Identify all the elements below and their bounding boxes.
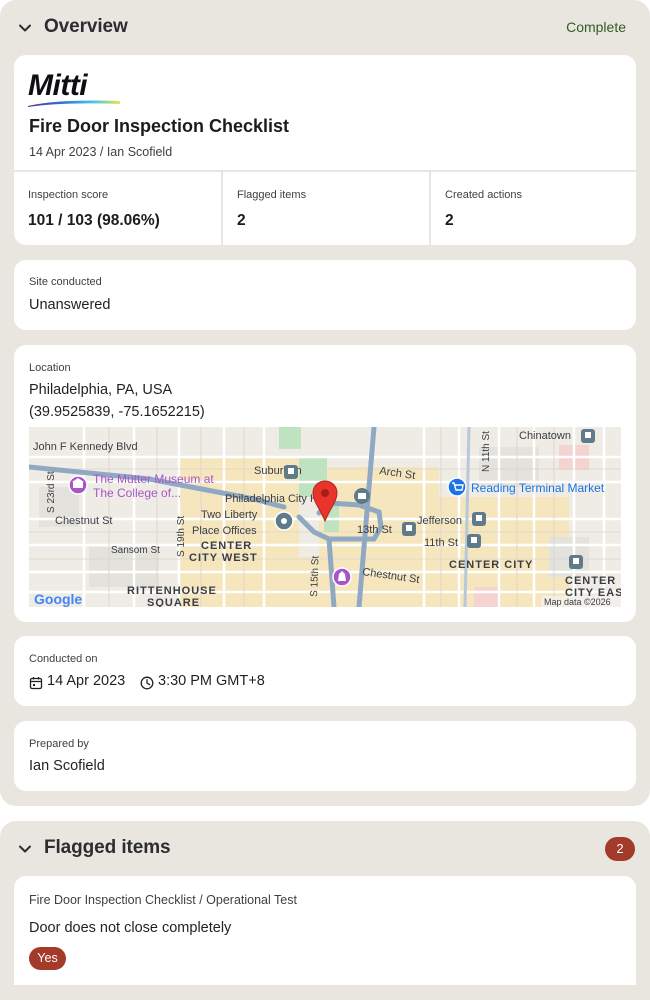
- map-label-sansom: Sansom St: [111, 545, 160, 556]
- company-logo: Mitti: [28, 69, 122, 109]
- conducted-on-card: Conducted on 14 Apr 2023 3:30 PM GMT+8: [14, 636, 636, 706]
- map-label-center-city-east-1: CENTER: [565, 575, 616, 587]
- chevron-down-icon[interactable]: [16, 840, 34, 858]
- map-label-chinatown: Chinatown: [519, 430, 571, 442]
- prepared-value: Ian Scofield: [29, 758, 105, 774]
- overview-title: Overview: [44, 16, 128, 37]
- stat-label: Created actions: [445, 189, 523, 201]
- map-attribution: Map data ©2026: [544, 597, 611, 607]
- stat-inspection-score: Inspection score 101 / 103 (98.06%): [14, 172, 221, 245]
- map-label-jefferson: Jefferson: [417, 515, 462, 527]
- location-coordinates: (39.9525839, -75.1652215): [29, 404, 205, 420]
- map-label-23rd: S 23rd St: [46, 471, 57, 513]
- shopping-cart-icon[interactable]: [447, 477, 467, 497]
- map-label-15th: S 15th St: [309, 555, 321, 597]
- site-value: Unanswered: [29, 297, 111, 313]
- conducted-date: 14 Apr 2023: [47, 673, 126, 689]
- stat-value: 2: [237, 212, 246, 229]
- status-badge: Complete: [566, 19, 626, 35]
- map-label-jfk: John F Kennedy Blvd: [33, 441, 138, 453]
- document-subtitle: 14 Apr 2023 / Ian Scofield: [29, 145, 173, 159]
- map-label-two-liberty-2: Place Offices: [192, 525, 257, 537]
- location-map[interactable]: John F Kennedy Blvd Chinatown Suburban A…: [29, 427, 621, 607]
- logo-swoosh: [28, 100, 120, 107]
- prepared-label: Prepared by: [29, 738, 89, 750]
- chevron-down-icon[interactable]: [16, 19, 34, 37]
- flagged-item-path: Fire Door Inspection Checklist / Operati…: [29, 893, 297, 907]
- map-label-rittenhouse-2: SQUARE: [147, 597, 200, 607]
- stat-value: 2: [445, 212, 454, 229]
- flagged-items-section: Flagged items 2 Fire Door Inspection Che…: [0, 821, 650, 1000]
- map-label-mutter-2: The College of...: [93, 486, 181, 500]
- flagged-count-badge: 2: [605, 837, 635, 861]
- map-label-two-liberty-1: Two Liberty: [201, 509, 258, 521]
- clock-icon: [140, 676, 154, 690]
- flagged-item-card[interactable]: Fire Door Inspection Checklist / Operati…: [14, 876, 636, 985]
- flagged-item-question: Door does not close completely: [29, 920, 232, 936]
- stat-label: Flagged items: [237, 189, 307, 201]
- overview-header[interactable]: Overview Complete: [0, 0, 650, 54]
- stat-value: 101 / 103 (98.06%): [28, 212, 160, 229]
- location-card: Location Philadelphia, PA, USA (39.95258…: [14, 345, 636, 622]
- overview-section: Overview Complete Mitti Fire Door Inspec…: [0, 0, 650, 806]
- place-marker-icon[interactable]: [274, 511, 294, 531]
- google-logo: Google: [34, 591, 82, 607]
- calendar-icon: [29, 677, 43, 690]
- map-label-13th: 13th St: [357, 524, 392, 536]
- map-label-chestnut-west: Chestnut St: [55, 515, 112, 527]
- document-title: Fire Door Inspection Checklist: [29, 116, 290, 136]
- map-label-reading-terminal: Reading Terminal Market: [471, 481, 605, 495]
- map-label-11th: 11th St: [424, 537, 458, 549]
- map-label-19th: S 19th St: [176, 516, 187, 557]
- location-address: Philadelphia, PA, USA: [29, 382, 173, 398]
- map-label-rittenhouse-1: RITTENHOUSE: [127, 585, 217, 597]
- map-label-center-city-west-1: CENTER: [201, 540, 252, 552]
- report-header-card: Mitti Fire Door Inspection Checklist 14 …: [14, 55, 636, 245]
- answer-badge: Yes: [29, 947, 66, 970]
- logo-text: Mitti: [28, 69, 88, 102]
- conducted-label: Conducted on: [29, 653, 98, 665]
- conducted-time: 3:30 PM GMT+8: [158, 673, 265, 689]
- stat-label: Inspection score: [28, 189, 109, 201]
- prepared-by-card: Prepared by Ian Scofield: [14, 721, 636, 791]
- map-label-center-city-west-2: CITY WEST: [189, 552, 258, 564]
- stats-row: Inspection score 101 / 103 (98.06%) Flag…: [14, 170, 636, 245]
- location-label: Location: [29, 362, 71, 374]
- map-label-mutter-1: The Mütter Museum at: [93, 472, 214, 486]
- site-label: Site conducted: [29, 276, 102, 288]
- landmark-icon[interactable]: [332, 567, 352, 587]
- map-label-n11th: N 11th St: [481, 431, 492, 472]
- site-conducted-card: Site conducted Unanswered: [14, 260, 636, 330]
- map-label-center-city: CENTER CITY: [449, 559, 533, 571]
- flagged-title: Flagged items: [44, 837, 171, 858]
- stat-created-actions[interactable]: Created actions 2: [429, 172, 636, 245]
- museum-icon[interactable]: [68, 475, 88, 495]
- flagged-header[interactable]: Flagged items 2: [0, 821, 650, 875]
- stat-flagged-items[interactable]: Flagged items 2: [221, 172, 429, 245]
